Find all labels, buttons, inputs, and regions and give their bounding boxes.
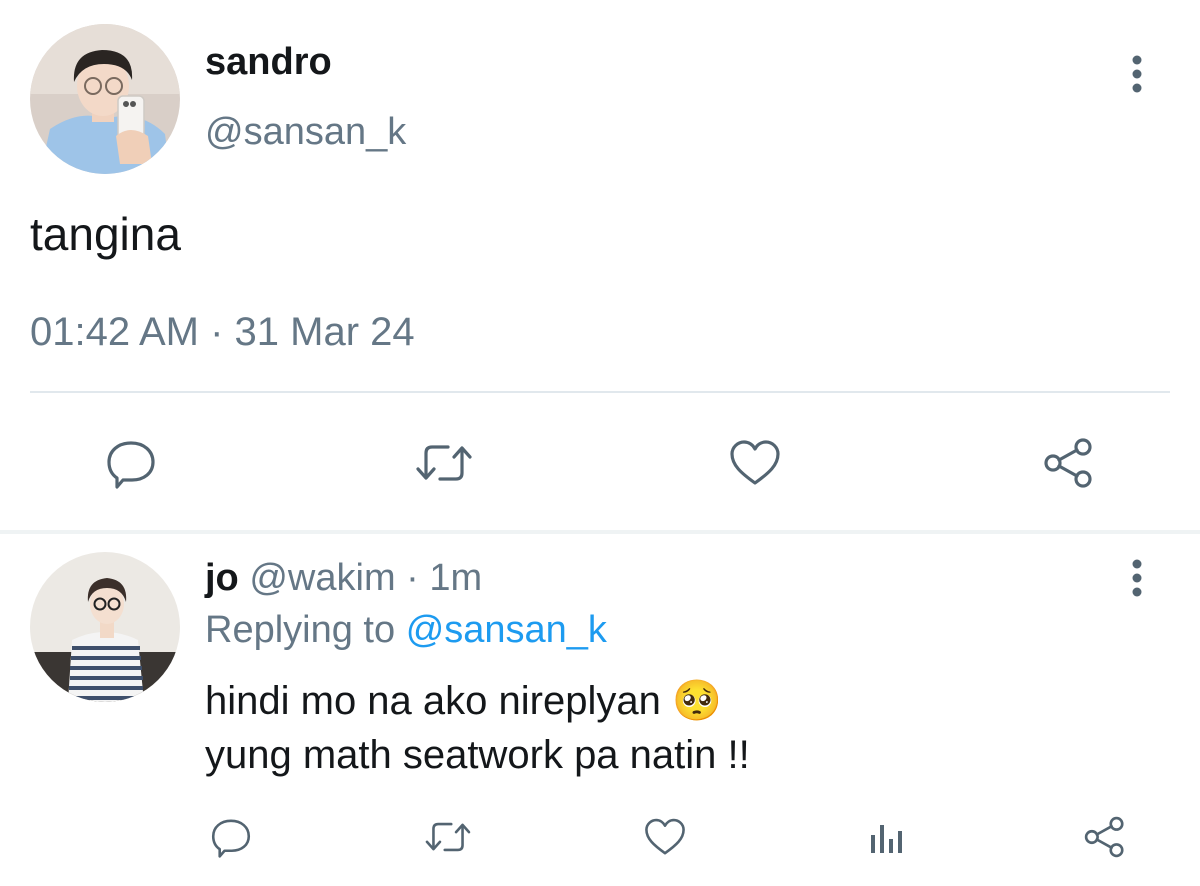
separator-dot: · <box>406 557 419 599</box>
handle[interactable]: @wakim <box>249 557 395 599</box>
avatar[interactable] <box>30 24 180 174</box>
more-options-icon[interactable] <box>1122 52 1152 96</box>
timestamp[interactable]: 01:42 AM · 31 Mar 24 <box>30 306 415 358</box>
handle[interactable]: @sansan_k <box>205 108 406 156</box>
replying-to-handle[interactable]: @sansan_k <box>406 609 607 651</box>
retweet-icon[interactable] <box>420 812 476 862</box>
reply-icon[interactable] <box>206 812 256 862</box>
like-icon[interactable] <box>640 812 690 862</box>
share-icon[interactable] <box>1038 432 1100 494</box>
pleading-face-emoji: 🥺 <box>671 679 722 723</box>
tweet-separator <box>0 530 1200 534</box>
avatar-photo <box>30 552 180 702</box>
avatar-photo <box>30 24 180 174</box>
reply-text: hindi mo na ako nireplyan 🥺 yung math se… <box>205 674 750 782</box>
replying-to: Replying to @sansan_k <box>205 606 607 654</box>
reply-icon[interactable] <box>100 432 162 494</box>
tweet-age[interactable]: 1m <box>429 557 482 599</box>
replying-to-label: Replying to <box>205 609 396 651</box>
avatar[interactable] <box>30 552 180 702</box>
display-name[interactable]: sandro <box>205 38 332 86</box>
display-name[interactable]: jo <box>205 557 239 599</box>
divider <box>30 391 1170 393</box>
like-icon[interactable] <box>724 432 786 494</box>
reply-text-line-1: hindi mo na ako nireplyan <box>205 679 661 723</box>
analytics-icon[interactable] <box>862 812 910 862</box>
tweet-text: tangina <box>30 208 181 260</box>
retweet-icon[interactable] <box>410 432 478 494</box>
share-icon[interactable] <box>1080 810 1130 864</box>
reply-header: jo @wakim · 1m <box>205 554 482 602</box>
more-options-icon[interactable] <box>1122 556 1152 600</box>
reply-text-line-2: yung math seatwork pa natin !! <box>205 733 750 777</box>
reply-text-line: hindi mo na ako nireplyan 🥺 <box>205 674 750 728</box>
